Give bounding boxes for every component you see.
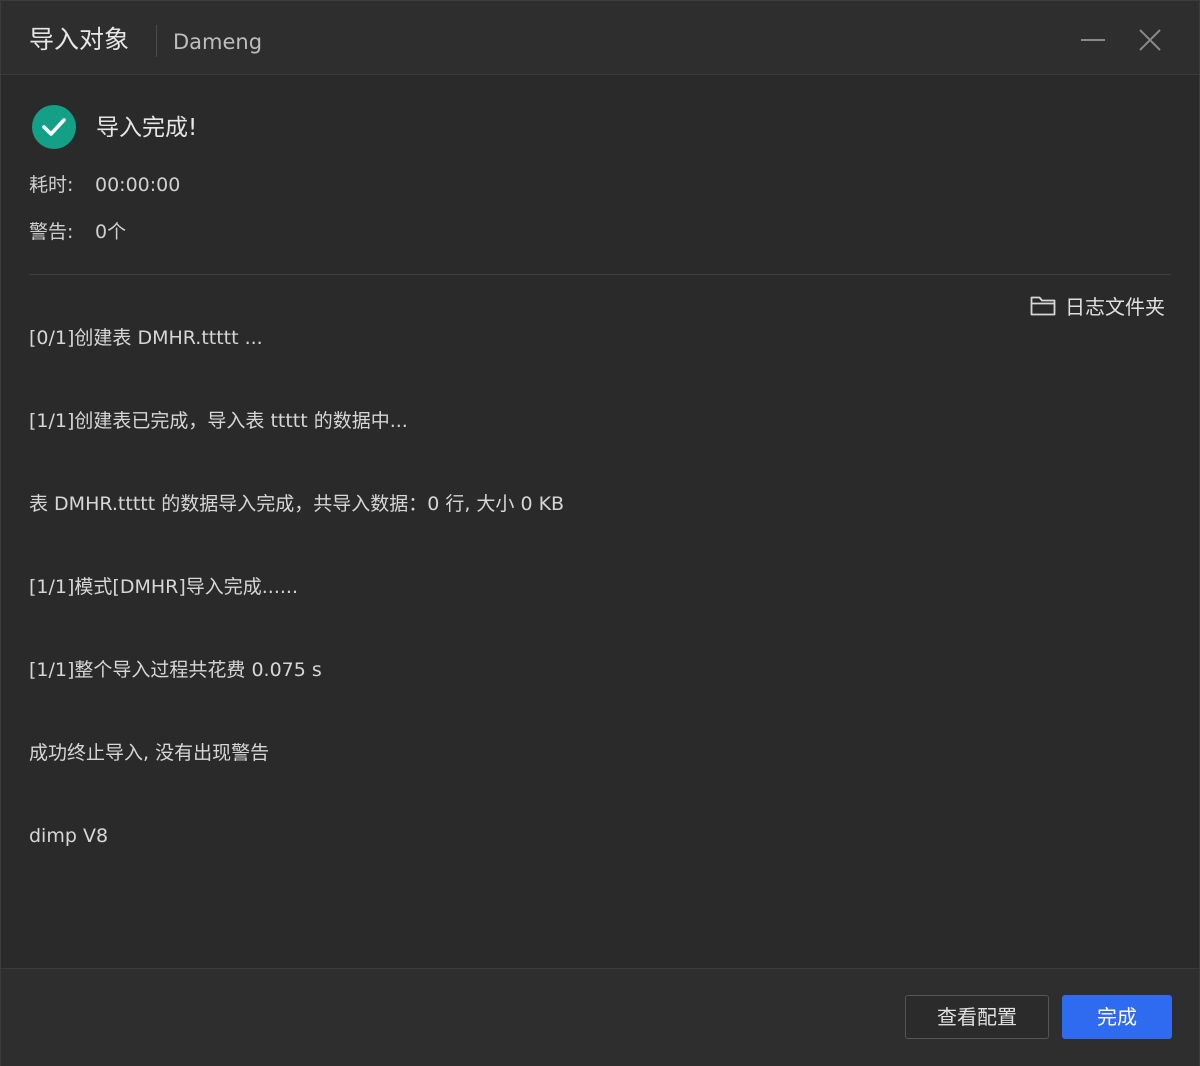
close-icon <box>1139 29 1161 51</box>
log-folder-label: 日志文件夹 <box>1065 294 1165 319</box>
view-config-button[interactable]: 查看配置 <box>905 995 1049 1039</box>
check-circle-icon <box>32 105 76 149</box>
log-line: 表 DMHR.ttttt 的数据导入完成，共导入数据：0 行, 大小 0 KB <box>29 493 565 515</box>
minimize-button[interactable] <box>1075 21 1111 57</box>
log-line: [1/1]创建表已完成，导入表 ttttt 的数据中... <box>29 410 408 432</box>
log-line: [0/1]创建表 DMHR.ttttt ... <box>29 327 263 349</box>
log-line: [1/1]整个导入过程共花费 0.075 s <box>29 659 322 681</box>
elapsed-time: 耗时: 00:00:00 <box>29 171 180 199</box>
status-title: 导入完成! <box>96 115 198 141</box>
dialog-title: 导入对象 <box>29 25 130 54</box>
minimize-icon <box>1081 39 1105 41</box>
divider <box>29 274 1171 275</box>
title-separator <box>156 25 157 57</box>
warning-count: 警告: 0个 <box>29 218 126 246</box>
log-list: [0/1]创建表 DMHR.ttttt ... [1/1]创建表已完成，导入表 … <box>29 323 1169 904</box>
import-dialog: 导入对象 Dameng 导入完成! 耗时: 00:00:00 警告: 0个 日志… <box>0 0 1200 1066</box>
dialog-footer: 查看配置 完成 <box>1 968 1199 1066</box>
folder-icon <box>1030 296 1056 316</box>
log-line: dimp V8 <box>29 825 109 847</box>
elapsed-time-label: 耗时: <box>29 174 74 196</box>
title-bar: 导入对象 Dameng <box>1 1 1199 75</box>
log-folder-link[interactable]: 日志文件夹 <box>1029 290 1165 320</box>
warning-count-value: 0个 <box>95 221 127 243</box>
dialog-subtitle: Dameng <box>173 30 263 54</box>
warning-count-label: 警告: <box>29 221 74 243</box>
elapsed-time-value: 00:00:00 <box>95 174 181 196</box>
log-line: 成功终止导入, 没有出现警告 <box>29 742 270 764</box>
log-line: [1/1]模式[DMHR]导入完成...... <box>29 576 298 598</box>
close-button[interactable] <box>1132 21 1168 57</box>
done-button[interactable]: 完成 <box>1062 995 1172 1039</box>
